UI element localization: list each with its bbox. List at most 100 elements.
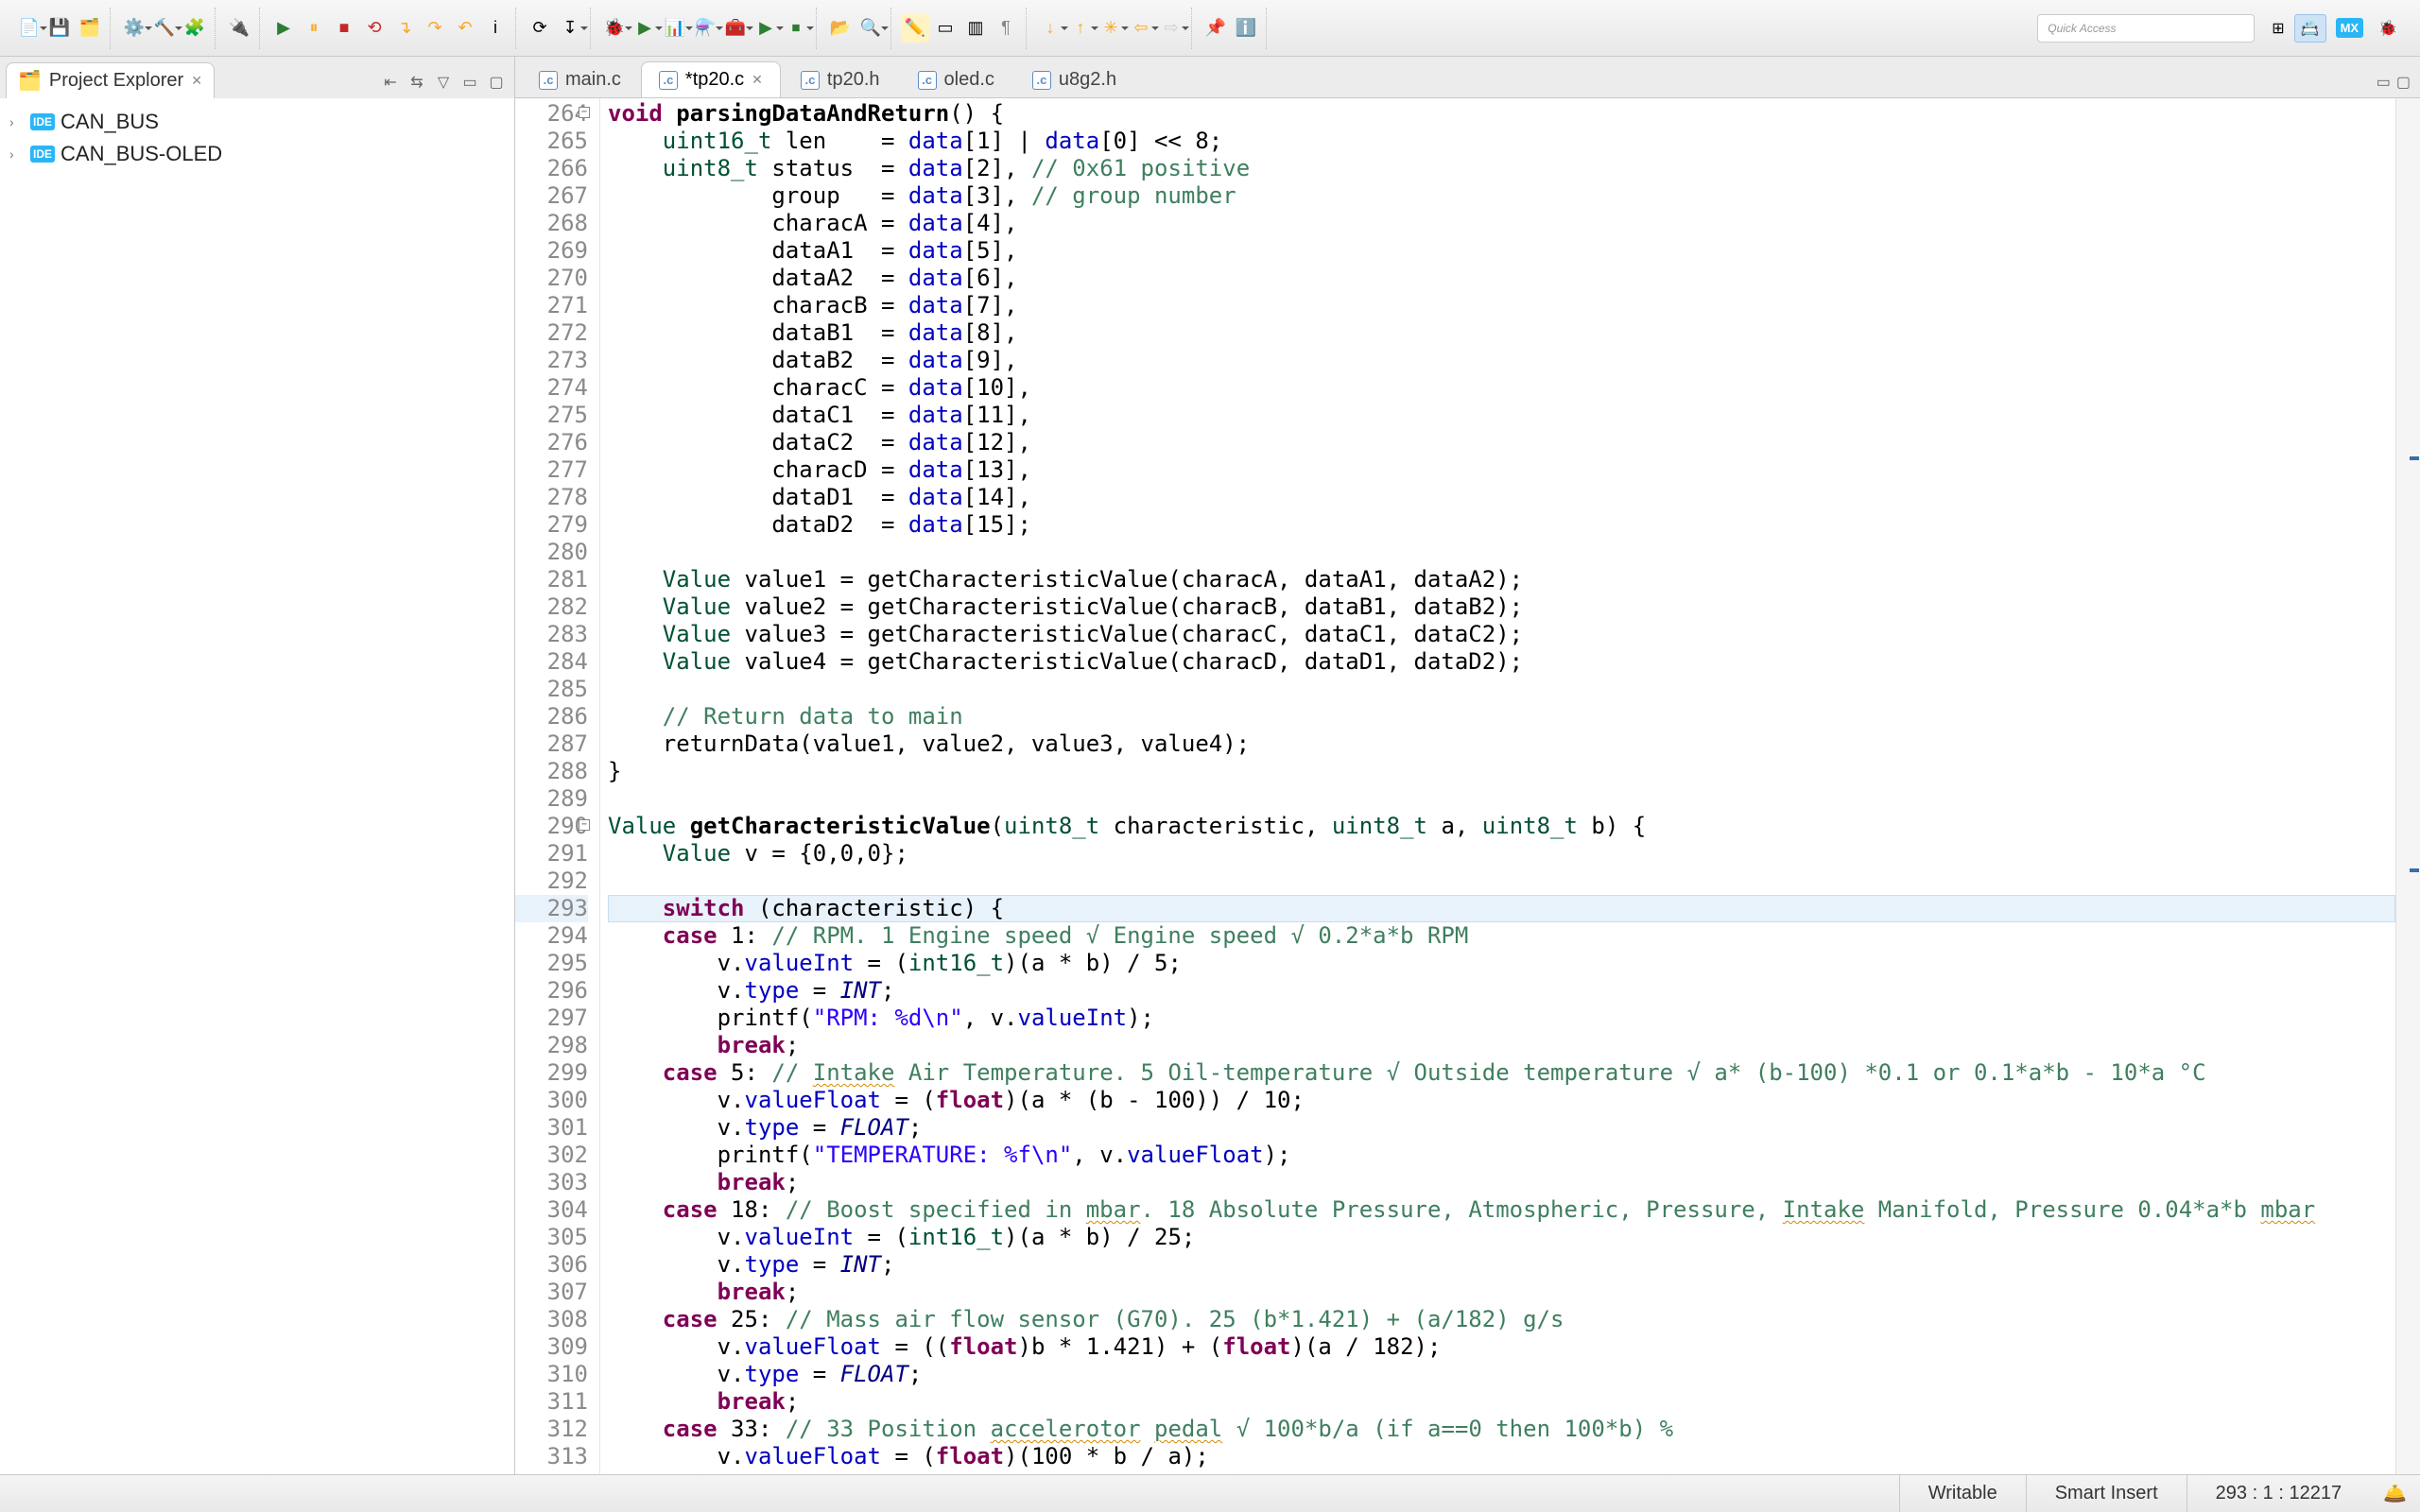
debug-button[interactable]: 🐞 — [600, 14, 629, 43]
build-button[interactable]: ⚙️ — [120, 14, 148, 43]
minimize-editor-button[interactable]: ▭ — [2377, 73, 2391, 92]
code-line[interactable]: case 33: // 33 Position accelerotor peda… — [608, 1416, 2395, 1443]
line-number-gutter[interactable]: 264−265266267268269270271272273274275276… — [515, 98, 600, 1474]
stop-button[interactable]: ⏹ — [782, 14, 810, 43]
code-line[interactable]: Value getCharacteristicValue(uint8_t cha… — [608, 813, 2395, 840]
code-line[interactable]: dataD2 = data[15]; — [608, 511, 2395, 539]
code-line[interactable]: // Return data to main — [608, 703, 2395, 730]
code-line[interactable]: characD = data[13], — [608, 456, 2395, 484]
code-line[interactable]: group = data[3], // group number — [608, 182, 2395, 210]
code-line[interactable]: break; — [608, 1279, 2395, 1306]
close-icon[interactable]: ✕ — [191, 73, 202, 89]
chevron-right-icon[interactable]: › — [9, 146, 25, 162]
fold-toggle-icon[interactable]: − — [579, 819, 590, 831]
paragraph-button[interactable]: ¶ — [992, 14, 1020, 43]
skip-button[interactable]: ↧ — [556, 14, 584, 43]
code-line[interactable]: uint8_t status = data[2], // 0x61 positi… — [608, 155, 2395, 182]
debug-perspective-button[interactable]: 🐞 — [2373, 15, 2403, 42]
collapse-all-button[interactable]: ⇤ — [380, 72, 401, 93]
quick-access-input[interactable]: Quick Access — [2037, 14, 2255, 43]
code-line[interactable]: v.valueFloat = (float)(a * (b - 100)) / … — [608, 1087, 2395, 1114]
code-line[interactable]: case 18: // Boost specified in mbar. 18 … — [608, 1196, 2395, 1224]
project-explorer-tab[interactable]: 🗂️ Project Explorer ✕ — [6, 62, 215, 98]
link-editor-button[interactable]: ⇆ — [406, 72, 427, 93]
search-button[interactable]: 🔍 — [856, 14, 885, 43]
open-perspective-button[interactable]: ⊞ — [2266, 15, 2290, 42]
restart-button[interactable]: ⟳ — [526, 14, 554, 43]
code-line[interactable]: uint16_t len = data[1] | data[0] << 8; — [608, 128, 2395, 155]
code-line[interactable]: dataA1 = data[5], — [608, 237, 2395, 265]
step-over-button[interactable]: ↷ — [421, 14, 449, 43]
terminate-button[interactable]: ■ — [330, 14, 358, 43]
code-line[interactable]: dataA2 = data[6], — [608, 265, 2395, 292]
code-line[interactable]: characC = data[10], — [608, 374, 2395, 402]
code-line[interactable]: dataB1 = data[8], — [608, 319, 2395, 347]
code-line[interactable]: case 1: // RPM. 1 Engine speed √ Engine … — [608, 922, 2395, 950]
code-line[interactable]: dataB2 = data[9], — [608, 347, 2395, 374]
code-line[interactable]: characB = data[7], — [608, 292, 2395, 319]
maximize-button[interactable]: ▢ — [486, 72, 507, 93]
launch-button[interactable]: ▶ — [752, 14, 780, 43]
toggle-block-button[interactable]: ▭ — [931, 14, 959, 43]
step-return-button[interactable]: ↶ — [451, 14, 479, 43]
code-line[interactable]: case 5: // Intake Air Temperature. 5 Oil… — [608, 1059, 2395, 1087]
code-line[interactable]: v.type = INT; — [608, 1251, 2395, 1279]
disconnect-button[interactable]: ⟲ — [360, 14, 389, 43]
code-content[interactable]: void parsingDataAndReturn() { uint16_t l… — [600, 98, 2395, 1474]
new-button[interactable]: 📄 — [15, 14, 43, 43]
code-line[interactable]: v.type = FLOAT; — [608, 1361, 2395, 1388]
last-edit-button[interactable]: ✳ — [1097, 14, 1125, 43]
maximize-editor-button[interactable]: ▢ — [2396, 73, 2411, 92]
code-line[interactable]: characA = data[4], — [608, 210, 2395, 237]
code-line[interactable]: dataC1 = data[11], — [608, 402, 2395, 429]
c-perspective-button[interactable]: 📇 — [2294, 14, 2326, 43]
info-button[interactable]: ℹ️ — [1232, 14, 1260, 43]
tab-tp20-c[interactable]: .c *tp20.c ✕ — [641, 61, 781, 97]
pin-button[interactable]: 📌 — [1201, 14, 1230, 43]
minimize-button[interactable]: ▭ — [459, 72, 480, 93]
mx-perspective-button[interactable]: MX — [2330, 16, 2370, 41]
code-line[interactable]: switch (characteristic) { — [608, 895, 2395, 922]
chevron-right-icon[interactable]: › — [9, 114, 25, 129]
code-line[interactable]: v.type = FLOAT; — [608, 1114, 2395, 1142]
target-button[interactable]: 🧩 — [181, 14, 209, 43]
connect-button[interactable]: 🔌 — [225, 14, 253, 43]
profile-button[interactable]: ⚗️ — [691, 14, 719, 43]
view-menu-button[interactable]: ▽ — [433, 72, 454, 93]
code-line[interactable] — [608, 868, 2395, 895]
code-line[interactable]: break; — [608, 1388, 2395, 1416]
tab-tp20-h[interactable]: .c tp20.h — [783, 61, 898, 97]
suspend-button[interactable]: ⏸ — [300, 14, 328, 43]
code-line[interactable]: dataC2 = data[12], — [608, 429, 2395, 456]
hammer-button[interactable]: 🔨 — [150, 14, 179, 43]
toggle-mark-button[interactable]: ✏️ — [901, 14, 929, 43]
code-line[interactable]: break; — [608, 1169, 2395, 1196]
overview-ruler[interactable] — [2395, 98, 2420, 1474]
code-line[interactable]: returnData(value1, value2, value3, value… — [608, 730, 2395, 758]
external-tools-button[interactable]: 🧰 — [721, 14, 750, 43]
code-line[interactable]: void parsingDataAndReturn() { — [608, 100, 2395, 128]
code-line[interactable]: } — [608, 758, 2395, 785]
coverage-button[interactable]: 📊 — [661, 14, 689, 43]
close-icon[interactable]: ✕ — [752, 72, 763, 88]
code-line[interactable]: printf("TEMPERATURE: %f\n", v.valueFloat… — [608, 1142, 2395, 1169]
code-line[interactable]: v.valueInt = (int16_t)(a * b) / 5; — [608, 950, 2395, 977]
code-line[interactable]: Value value4 = getCharacteristicValue(ch… — [608, 648, 2395, 676]
forward-button[interactable]: ⇨ — [1157, 14, 1185, 43]
tab-main-c[interactable]: .c main.c — [521, 61, 639, 97]
code-line[interactable]: Value v = {0,0,0}; — [608, 840, 2395, 868]
resume-button[interactable]: ▶ — [269, 14, 298, 43]
code-line[interactable]: case 25: // Mass air flow sensor (G70). … — [608, 1306, 2395, 1333]
code-line[interactable]: Value value3 = getCharacteristicValue(ch… — [608, 621, 2395, 648]
code-line[interactable]: printf("RPM: %d\n", v.valueInt); — [608, 1005, 2395, 1032]
code-line[interactable]: v.type = INT; — [608, 977, 2395, 1005]
project-tree[interactable]: › IDE CAN_BUS › IDE CAN_BUS-OLED — [0, 98, 514, 1474]
build-status-icon[interactable]: 🛎️ — [2370, 1482, 2420, 1505]
show-whitespace-button[interactable]: ▥ — [961, 14, 990, 43]
run-button[interactable]: ▶ — [631, 14, 659, 43]
save-all-button[interactable]: 🗂️ — [76, 14, 104, 43]
code-editor[interactable]: 264−265266267268269270271272273274275276… — [515, 98, 2420, 1474]
code-line[interactable]: v.valueFloat = (float)(100 * b / a); — [608, 1443, 2395, 1470]
code-line[interactable] — [608, 676, 2395, 703]
open-type-button[interactable]: 📂 — [826, 14, 855, 43]
